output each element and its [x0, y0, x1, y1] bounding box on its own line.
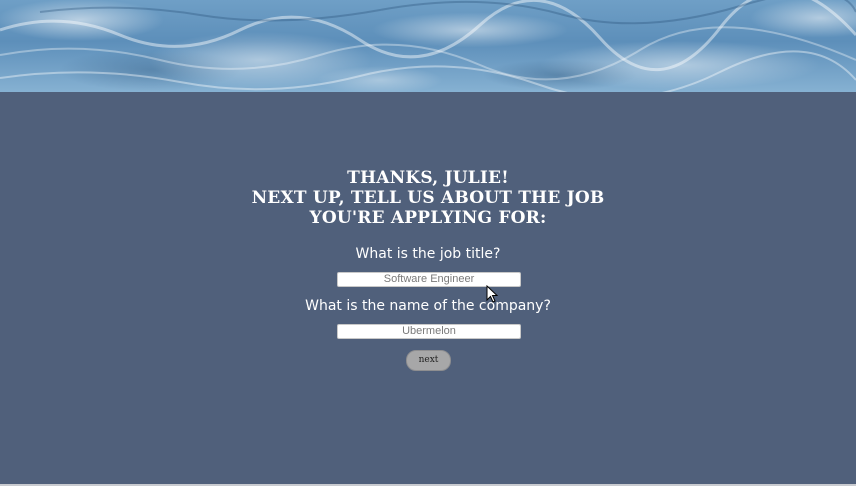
next-button[interactable]: next [406, 350, 451, 371]
heading-line-applying: YOU'RE APPLYING FOR: [309, 208, 547, 228]
company-input[interactable]: Ubermelon [337, 324, 521, 339]
page-heading: THANKS, JULIE! NEXT UP, TELL US ABOUT TH… [0, 168, 856, 228]
heading-line-thanks: THANKS, JULIE! [347, 168, 509, 188]
ocean-banner-image [0, 0, 856, 92]
heading-line-next-up: NEXT UP, TELL US ABOUT THE JOB [251, 188, 605, 208]
mouse-cursor-icon [486, 285, 499, 303]
job-title-question: What is the job title? [355, 246, 501, 262]
company-question: What is the name of the company? [305, 298, 551, 314]
form-panel: THANKS, JULIE! NEXT UP, TELL US ABOUT TH… [0, 92, 856, 486]
